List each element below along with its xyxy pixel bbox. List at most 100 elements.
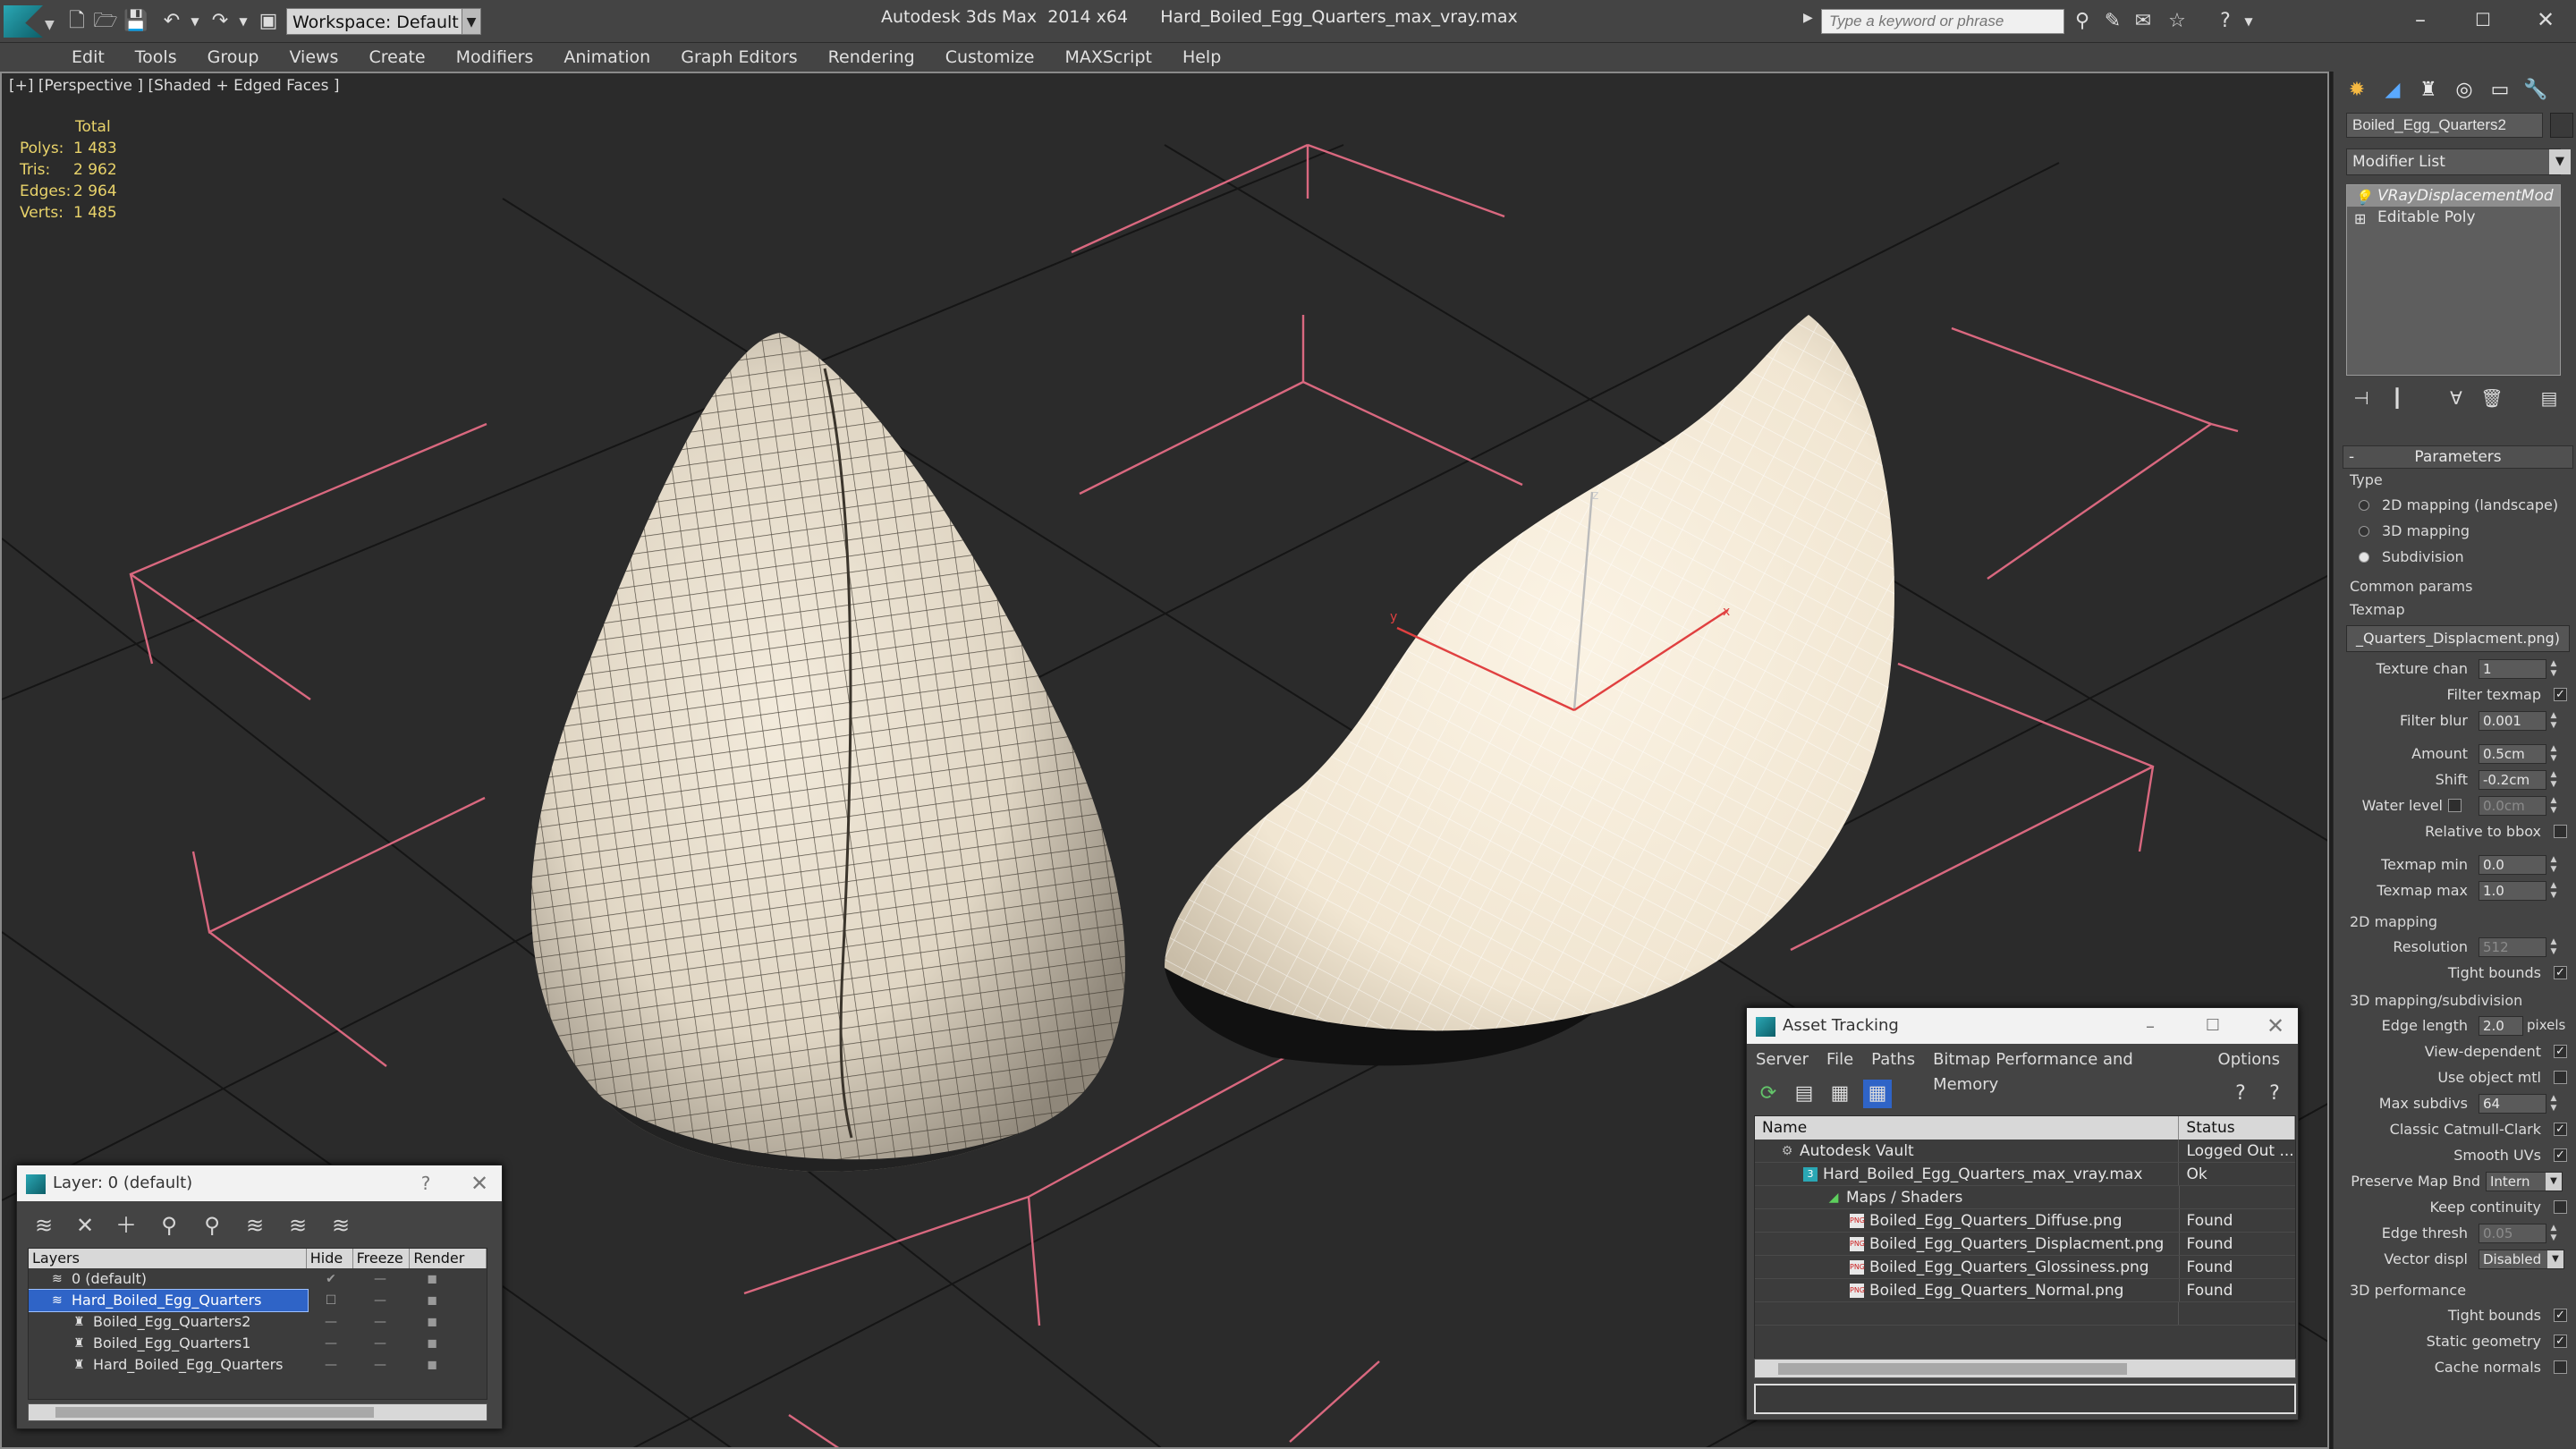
asset-horizontal-scrollbar[interactable] xyxy=(1754,1359,2296,1378)
viewport-label-menu[interactable]: [+] [Perspective ] [Shaded + Edged Faces… xyxy=(9,77,339,95)
filter-blur-spinner[interactable]: 0.001 xyxy=(2479,711,2546,731)
asset-row[interactable]: PNG Boiled_Egg_Quarters_Diffuse.png Found xyxy=(1755,1209,2295,1233)
edge-length-spinner[interactable]: 2.0 xyxy=(2479,1016,2523,1036)
remove-modifier-icon[interactable]: 🗑 xyxy=(2477,385,2507,411)
radio-3d-mapping[interactable]: 3D mapping xyxy=(2343,518,2573,544)
menu-help[interactable]: Help xyxy=(1182,43,1221,72)
save-file-icon[interactable]: 💾 xyxy=(123,9,148,34)
view-dependent-checkbox[interactable]: ✓ xyxy=(2554,1045,2567,1058)
layer-horizontal-scrollbar[interactable] xyxy=(28,1403,487,1421)
table-view-icon[interactable]: ▦ xyxy=(1863,1080,1892,1108)
hierarchy-tab-icon[interactable]: ♜ xyxy=(2412,75,2445,106)
help-icon[interactable]: ? xyxy=(2213,9,2238,34)
asset-row[interactable]: PNG Boiled_Egg_Quarters_Displacment.png F… xyxy=(1755,1233,2295,1256)
max-subdivs-spinner[interactable]: 64 xyxy=(2479,1094,2546,1114)
close-button[interactable]: ✕ xyxy=(2519,4,2572,36)
project-folder-icon[interactable]: ▣ xyxy=(256,9,281,34)
freeze-toggle[interactable]: — xyxy=(354,1268,406,1290)
asset-menu-file[interactable]: File xyxy=(1826,1047,1853,1072)
workspace-select[interactable]: Workspace: Default xyxy=(286,8,481,35)
hide-column-header[interactable]: Hide xyxy=(307,1249,353,1268)
texmap-button[interactable]: _Quarters_Displacment.png) xyxy=(2346,625,2570,652)
water-level-checkbox[interactable] xyxy=(2448,799,2462,812)
favorites-star-icon[interactable]: ☆ xyxy=(2165,9,2190,34)
texture-chan-spinner[interactable]: 1 xyxy=(2479,659,2546,679)
hide-toggle[interactable]: ☐ xyxy=(308,1290,354,1311)
menu-customize[interactable]: Customize xyxy=(945,43,1035,72)
spinner-arrows-icon[interactable]: ▲ ▼ xyxy=(2548,796,2559,816)
scroll-thumb[interactable] xyxy=(55,1407,374,1418)
asset-close-button[interactable]: ✕ xyxy=(2253,1008,2298,1044)
asset-maximize-button[interactable]: ☐ xyxy=(2190,1008,2235,1044)
menu-create[interactable]: Create xyxy=(369,43,425,72)
asset-help-icon[interactable]: ? xyxy=(2226,1080,2255,1108)
chevron-down-icon[interactable]: ▼ xyxy=(2546,1173,2562,1191)
hide-unhide-all-icon[interactable]: ≋ xyxy=(282,1210,314,1241)
name-column-header[interactable]: Name xyxy=(1755,1116,2180,1140)
app-menu-arrow-icon[interactable]: ▼ xyxy=(45,18,55,32)
layer-row[interactable]: ≋ Hard_Boiled_Egg_Quarters ☐ — ◼ xyxy=(29,1289,487,1312)
utilities-tab-icon[interactable]: 🔧 xyxy=(2520,75,2552,106)
set-current-layer-icon[interactable]: ≋ xyxy=(239,1210,271,1241)
render-column-header[interactable]: Render xyxy=(410,1249,487,1268)
render-toggle[interactable]: ◼ xyxy=(406,1354,458,1376)
search-input[interactable] xyxy=(1821,9,2064,34)
refresh-icon[interactable]: ⟳ xyxy=(1754,1080,1783,1108)
parameters-rollout-header[interactable]: - Parameters xyxy=(2343,445,2573,469)
filter-texmap-checkbox[interactable]: ✓ xyxy=(2554,688,2567,701)
freeze-all-icon[interactable]: ≋ xyxy=(325,1210,357,1241)
display-tab-icon[interactable]: ▭ xyxy=(2484,75,2516,106)
layer-row[interactable]: ♜ Hard_Boiled_Egg_Quarters — — ◼ xyxy=(29,1354,487,1376)
classic-catmull-checkbox[interactable]: ✓ xyxy=(2554,1123,2567,1136)
layer-window-titlebar[interactable]: Layer: 0 (default) ? ✕ xyxy=(17,1165,502,1201)
minimize-button[interactable]: – xyxy=(2394,4,2447,36)
layer-row[interactable]: ♜ Boiled_Egg_Quarters2 — — ◼ xyxy=(29,1311,487,1333)
static-geometry-checkbox[interactable]: ✓ xyxy=(2554,1335,2567,1348)
undo-icon[interactable]: ↶ xyxy=(159,9,184,34)
configure-sets-icon[interactable]: ▤ xyxy=(2534,385,2564,411)
menu-modifiers[interactable]: Modifiers xyxy=(456,43,534,72)
binoculars-icon[interactable]: ⚲ xyxy=(2070,9,2095,34)
freeze-toggle[interactable]: — xyxy=(354,1290,406,1311)
delete-layer-icon[interactable]: ✕ xyxy=(69,1210,101,1241)
resolution-spinner[interactable]: 512 xyxy=(2479,937,2546,957)
tight-bounds-3d-checkbox[interactable]: ✓ xyxy=(2554,1309,2567,1322)
spinner-arrows-icon[interactable]: ▲ ▼ xyxy=(2548,937,2559,957)
create-layer-icon[interactable]: ≋ xyxy=(28,1210,60,1241)
app-logo-icon[interactable] xyxy=(4,5,43,38)
layers-column-header[interactable]: Layers xyxy=(29,1249,307,1268)
chevron-down-icon[interactable]: ▼ xyxy=(2547,1250,2563,1268)
spinner-arrows-icon[interactable]: ▲ ▼ xyxy=(2548,711,2559,731)
scroll-thumb[interactable] xyxy=(1778,1363,2127,1375)
detail-view-icon[interactable]: ▦ xyxy=(1826,1080,1854,1108)
hide-toggle[interactable]: ✔ xyxy=(308,1268,354,1290)
hide-toggle[interactable]: — xyxy=(308,1311,354,1333)
radio-subdivision[interactable]: Subdivision xyxy=(2343,544,2573,570)
freeze-toggle[interactable]: — xyxy=(354,1354,406,1376)
texmap-max-spinner[interactable]: 1.0 xyxy=(2479,881,2546,901)
hide-toggle[interactable]: — xyxy=(308,1333,354,1354)
asset-menu-bitmap[interactable]: Bitmap Performance and Memory xyxy=(1933,1047,2199,1094)
undo-dropdown-icon[interactable]: ▼ xyxy=(182,9,208,34)
open-file-icon[interactable]: 🗁 xyxy=(93,9,118,34)
relative-bbox-checkbox[interactable] xyxy=(2554,825,2567,838)
list-view-icon[interactable]: ▤ xyxy=(1790,1080,1818,1108)
asset-row[interactable]: ⚙ Autodesk Vault Logged Out ... xyxy=(1755,1140,2295,1163)
new-file-icon[interactable]: 🗋 xyxy=(64,9,89,34)
preserve-map-bnd-dropdown[interactable]: Intern ▼ xyxy=(2486,1172,2563,1191)
freeze-toggle[interactable]: — xyxy=(354,1333,406,1354)
asset-menu-options[interactable]: Options xyxy=(2218,1047,2280,1072)
menu-rendering[interactable]: Rendering xyxy=(828,43,915,72)
make-unique-icon[interactable]: ∀ xyxy=(2441,385,2471,411)
hide-toggle[interactable]: — xyxy=(308,1354,354,1376)
layer-row[interactable]: ♜ Boiled_Egg_Quarters1 — — ◼ xyxy=(29,1333,487,1354)
spinner-arrows-icon[interactable]: ▲ ▼ xyxy=(2548,1094,2559,1114)
menu-maxscript[interactable]: MAXScript xyxy=(1064,43,1152,72)
render-toggle[interactable]: ◼ xyxy=(406,1268,458,1290)
redo-icon[interactable]: ↷ xyxy=(208,9,233,34)
layer-close-button[interactable]: ✕ xyxy=(457,1165,502,1201)
smooth-uvs-checkbox[interactable]: ✓ xyxy=(2554,1148,2567,1162)
freeze-toggle[interactable]: — xyxy=(354,1311,406,1333)
create-tab-icon[interactable]: ✹ xyxy=(2341,75,2373,106)
texmap-min-spinner[interactable]: 0.0 xyxy=(2479,855,2546,875)
